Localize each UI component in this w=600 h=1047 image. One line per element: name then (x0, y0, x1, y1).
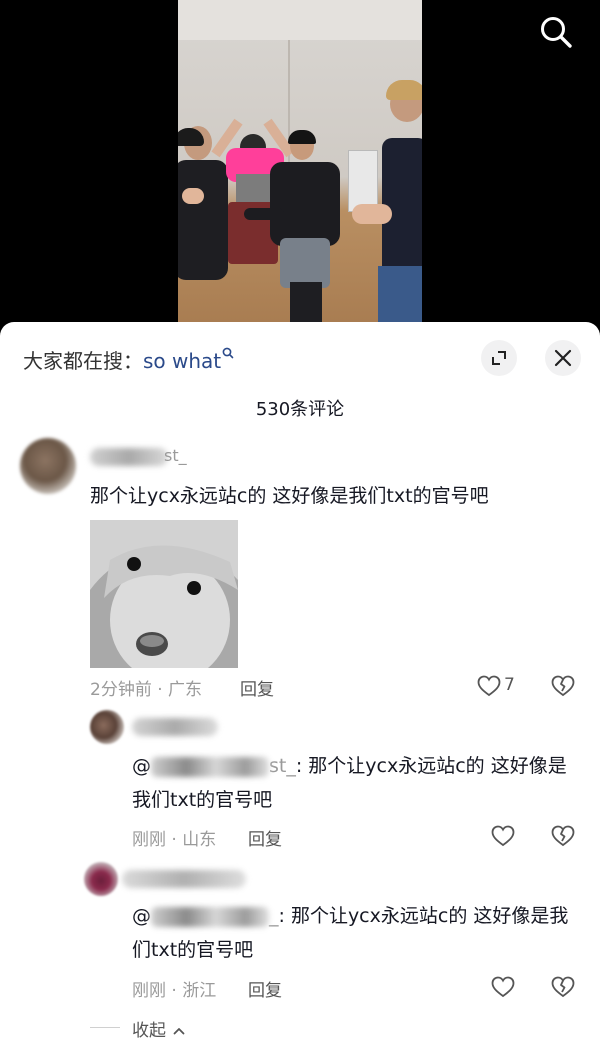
chevron-up-icon (174, 1028, 185, 1035)
mention-tail[interactable]: st_ (269, 755, 296, 777)
search-icon (541, 17, 572, 48)
reply-button[interactable]: 回复 (240, 675, 274, 700)
username-redacted[interactable] (122, 870, 246, 888)
heart-icon (491, 976, 515, 998)
reply-meta: 刚刚 · 山东 (132, 830, 217, 850)
search-button[interactable] (534, 10, 578, 54)
broken-heart-icon (551, 825, 575, 847)
collapse-replies-button[interactable]: 收起 (132, 1016, 185, 1041)
comment-image[interactable] (90, 520, 238, 668)
small-search-icon (222, 347, 234, 359)
comment-sheet: 大家都在搜：so what 530条评论 st_ 那个让ycx永远站c的 这好像… (0, 322, 600, 1047)
like-button[interactable] (490, 823, 516, 849)
face-photo (90, 520, 238, 668)
avatar[interactable] (90, 710, 124, 744)
reply-meta: 刚刚 · 浙江 (132, 981, 217, 1001)
dislike-button[interactable] (550, 673, 576, 699)
expand-button[interactable] (481, 340, 517, 376)
collapse-divider (90, 1027, 120, 1028)
dislike-button[interactable] (550, 823, 576, 849)
avatar[interactable] (84, 862, 118, 896)
hot-search-prefix: 大家都在搜： (23, 349, 143, 373)
username-tail[interactable]: st_ (164, 446, 187, 465)
reply-button[interactable]: 回复 (248, 825, 282, 850)
comment-count: 530条评论 (255, 399, 345, 420)
hot-search-query: so what (143, 349, 222, 373)
mention-at[interactable]: @ (132, 905, 151, 927)
comment-text: 那个让ycx永远站c的 这好像是我们txt的官号吧 (90, 485, 489, 507)
like-count: 7 (504, 675, 515, 695)
mention-at[interactable]: @ (132, 755, 151, 777)
mention-redacted[interactable] (151, 756, 269, 777)
avatar[interactable] (20, 438, 76, 494)
expand-icon (492, 351, 506, 365)
hot-search-link[interactable]: 大家都在搜：so what (23, 345, 234, 374)
video-player[interactable] (0, 0, 600, 340)
like-button[interactable] (490, 974, 516, 1000)
heart-icon (477, 675, 501, 697)
username-redacted[interactable] (90, 448, 168, 466)
broken-heart-icon (551, 976, 575, 998)
heart-icon (491, 825, 515, 847)
sheet-header: 大家都在搜：so what 530条评论 (0, 322, 600, 420)
video-frame (178, 0, 422, 340)
reply-text: @ st_: 那个让ycx永远站c的 这好像是我们txt的官号吧 (132, 749, 582, 817)
dislike-button[interactable] (550, 974, 576, 1000)
collapse-label: 收起 (132, 1021, 166, 1041)
like-button[interactable] (476, 673, 502, 699)
mention-tail[interactable]: _ (269, 905, 279, 927)
broken-heart-icon (551, 675, 575, 697)
reply-button[interactable]: 回复 (248, 976, 282, 1001)
reply-text: @ _: 那个让ycx永远站c的 这好像是我们txt的官号吧 (132, 899, 582, 967)
username-redacted[interactable] (132, 718, 218, 736)
close-icon (554, 349, 572, 367)
comment-meta: 2分钟前 · 广东 (90, 680, 203, 700)
close-button[interactable] (545, 340, 581, 376)
mention-redacted[interactable] (151, 906, 269, 927)
